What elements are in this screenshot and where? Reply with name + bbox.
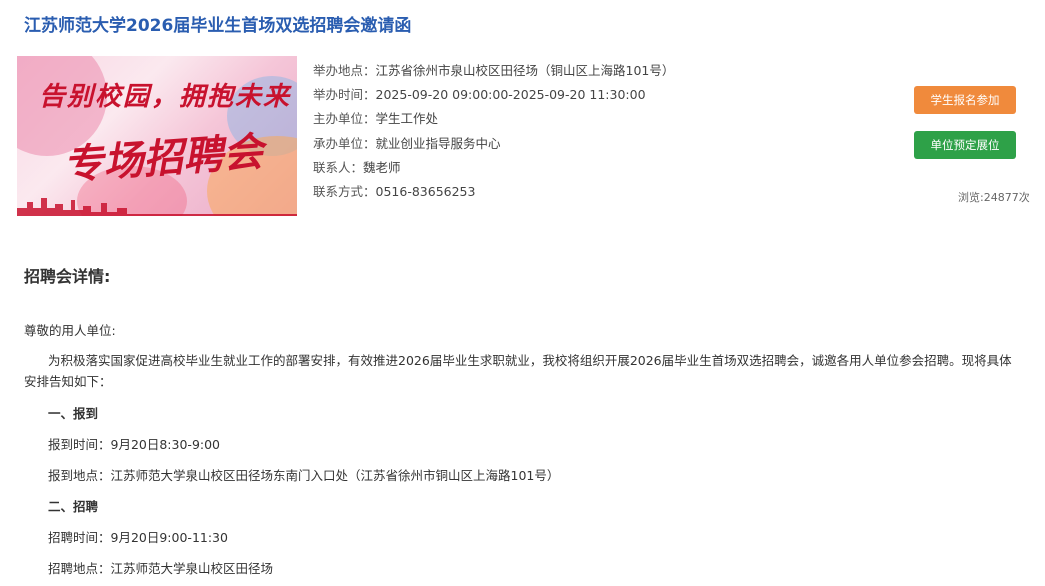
intro-paragraph: 为积极落实国家促进高校毕业生就业工作的部署安排，有效推进2026届毕业生求职就业… bbox=[24, 353, 1012, 389]
info-value: 2025-09-20 09:00:00-2025-09-20 11:30:00 bbox=[375, 87, 646, 103]
info-contact: 联系人：魏老师 bbox=[313, 159, 674, 183]
info-location: 举办地点：江苏省徐州市泉山校区田径场（铜山区上海路101号） bbox=[313, 62, 674, 86]
city-skyline-icon bbox=[17, 198, 297, 216]
info-label: 联系人： bbox=[313, 159, 364, 175]
section-checkin-title: 一、报到 bbox=[48, 406, 99, 421]
event-info-panel: 举办地点：江苏省徐州市泉山校区田径场（铜山区上海路101号） 举办时间：2025… bbox=[313, 62, 674, 207]
banner-slogan: 告别校园，拥抱未来 bbox=[39, 82, 292, 112]
info-time: 举办时间：2025-09-20 09:00:00-2025-09-20 11:3… bbox=[313, 86, 674, 110]
salutation: 尊敬的用人单位: bbox=[24, 323, 116, 338]
event-banner-image: 告别校园，拥抱未来 专场招聘会 bbox=[17, 56, 297, 216]
info-label: 主办单位： bbox=[313, 111, 376, 127]
info-value: 江苏省徐州市泉山校区田径场（铜山区上海路101号） bbox=[375, 63, 675, 78]
info-label: 举办地点： bbox=[313, 63, 376, 78]
info-value: 就业创业指导服务中心 bbox=[375, 135, 501, 151]
info-label: 举办时间： bbox=[313, 87, 376, 103]
page-title: 江苏师范大学2026届毕业生首场双选招聘会邀请函 bbox=[24, 16, 412, 36]
info-label: 联系方式： bbox=[313, 183, 376, 199]
info-host: 主办单位：学生工作处 bbox=[313, 110, 674, 134]
booth-booking-button[interactable]: 单位预定展位 bbox=[914, 131, 1016, 159]
info-label: 承办单位： bbox=[313, 135, 376, 151]
section-recruit-title: 二、招聘 bbox=[48, 499, 99, 514]
info-value: 0516-83656253 bbox=[375, 183, 476, 199]
view-count: 浏览:24877次 bbox=[958, 191, 1030, 204]
recruit-place: 招聘地点：江苏师范大学泉山校区田径场 bbox=[48, 561, 274, 576]
info-value: 学生工作处 bbox=[375, 111, 439, 127]
recruit-time: 招聘时间：9月20日9:00-11:30 bbox=[48, 530, 228, 545]
checkin-time: 报到时间：9月20日8:30-9:00 bbox=[48, 437, 221, 452]
info-organizer: 承办单位：就业创业指导服务中心 bbox=[313, 135, 674, 159]
details-heading: 招聘会详情: bbox=[24, 267, 111, 286]
checkin-place: 报到地点：江苏师范大学泉山校区田径场东南门入口处（江苏省徐州市铜山区上海路101… bbox=[48, 468, 560, 483]
info-phone: 联系方式：0516-83656253 bbox=[313, 183, 674, 207]
student-signup-button[interactable]: 学生报名参加 bbox=[914, 86, 1016, 114]
info-value: 魏老师 bbox=[363, 159, 401, 175]
